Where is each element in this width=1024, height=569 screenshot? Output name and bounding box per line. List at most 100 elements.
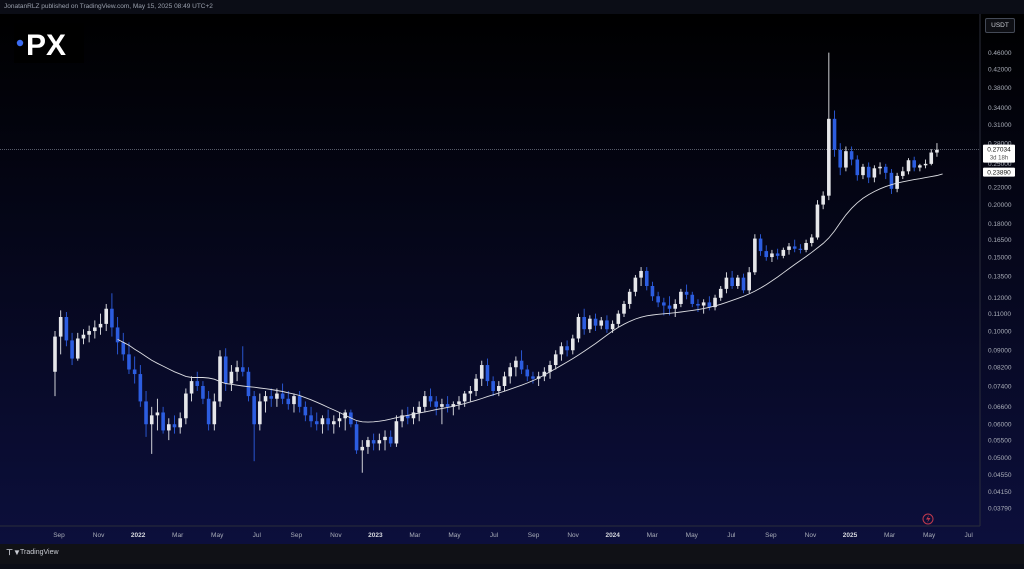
candle-body bbox=[138, 374, 143, 402]
x-tick-label: Sep bbox=[528, 532, 540, 539]
candle-body bbox=[440, 404, 444, 407]
candle-body bbox=[576, 316, 581, 339]
y-tick-label: 0.10000 bbox=[988, 328, 1012, 335]
plot-background bbox=[0, 14, 1024, 544]
candle-body bbox=[70, 340, 74, 359]
candle-body bbox=[229, 371, 234, 384]
candle-body bbox=[815, 204, 820, 238]
candle-body bbox=[770, 253, 774, 258]
x-tick-label: Jul bbox=[727, 532, 736, 539]
y-tick-label: 0.05000 bbox=[988, 455, 1012, 462]
y-tick-label: 0.08200 bbox=[988, 365, 1012, 372]
x-tick-label: May bbox=[686, 532, 699, 539]
candle-body bbox=[531, 376, 535, 379]
candle-body bbox=[912, 160, 916, 168]
x-tick-label: May bbox=[923, 532, 936, 539]
x-tick-label: Jul bbox=[253, 532, 262, 539]
x-tick-label: May bbox=[448, 532, 461, 539]
candle-body bbox=[269, 396, 274, 399]
candle-body bbox=[468, 390, 473, 394]
x-tick-label: Mar bbox=[647, 532, 659, 539]
candle-body bbox=[701, 302, 706, 306]
y-tick-label: 0.46000 bbox=[988, 50, 1012, 57]
candle bbox=[815, 200, 820, 240]
candle-body bbox=[172, 424, 177, 428]
candle-body bbox=[491, 381, 495, 391]
candle-body bbox=[195, 381, 200, 386]
x-tick-label: Nov bbox=[93, 532, 105, 539]
candle-body bbox=[479, 365, 484, 379]
candle-body bbox=[718, 288, 723, 298]
candle-body bbox=[189, 381, 194, 394]
candle-body bbox=[553, 354, 558, 366]
candle-body bbox=[246, 371, 251, 397]
candle-body bbox=[303, 406, 308, 416]
candle-body bbox=[861, 166, 865, 176]
candle-body bbox=[662, 302, 666, 306]
candle-body bbox=[855, 159, 860, 176]
candle-body bbox=[582, 316, 586, 330]
candle-body bbox=[616, 313, 621, 324]
candle-body bbox=[292, 396, 296, 405]
y-tick-label: 0.03790 bbox=[988, 505, 1012, 512]
candle-body bbox=[923, 163, 928, 166]
candle-body bbox=[354, 424, 359, 451]
candle-body bbox=[787, 246, 791, 250]
candle-body bbox=[201, 385, 205, 399]
candle-body bbox=[121, 342, 126, 355]
tradingview-logo-icon[interactable]: ⊤▼ bbox=[6, 548, 21, 557]
candle-body bbox=[240, 367, 245, 372]
candle-body bbox=[844, 151, 848, 168]
publisher-header: JonatanRLZ published on TradingView.com,… bbox=[4, 3, 213, 10]
footer-bar bbox=[0, 544, 1024, 564]
currency-unit-button[interactable]: USDT bbox=[985, 18, 1015, 33]
candle-body bbox=[320, 418, 325, 425]
candle-body bbox=[53, 336, 57, 372]
x-tick-label: Mar bbox=[409, 532, 421, 539]
candle-body bbox=[588, 318, 592, 330]
candle-body bbox=[434, 401, 439, 407]
candle-body bbox=[650, 286, 655, 297]
candle-body bbox=[75, 338, 80, 359]
candle-body bbox=[383, 436, 387, 441]
candle-body bbox=[570, 338, 575, 351]
y-tick-label: 0.15000 bbox=[988, 254, 1012, 261]
candle-body bbox=[679, 291, 683, 304]
candle bbox=[753, 234, 757, 275]
footer-brand[interactable]: TradingView bbox=[20, 549, 59, 556]
candle-body bbox=[821, 195, 825, 205]
y-tick-label: 0.38000 bbox=[988, 85, 1012, 92]
candle-body bbox=[149, 415, 154, 425]
candle-body bbox=[127, 354, 131, 370]
candle-body bbox=[656, 296, 660, 303]
candle-body bbox=[838, 149, 843, 168]
candle-body bbox=[673, 303, 678, 309]
candle-body bbox=[809, 237, 814, 244]
candle-body bbox=[508, 367, 512, 377]
last-price-label: 0.27034 3d 18h bbox=[983, 144, 1015, 163]
x-tick-label: Mar bbox=[172, 532, 184, 539]
candle-body bbox=[878, 166, 882, 169]
candle-body bbox=[110, 308, 114, 328]
candle-body bbox=[690, 294, 695, 304]
y-tick-label: 0.07400 bbox=[988, 383, 1012, 390]
candlestick-chart[interactable]: 0.520000.460000.420000.380000.340000.310… bbox=[0, 0, 1024, 564]
candle-body bbox=[781, 249, 786, 256]
candle-body bbox=[280, 393, 285, 399]
candle-body bbox=[804, 243, 808, 250]
candle-body bbox=[832, 118, 837, 150]
y-tick-label: 0.34000 bbox=[988, 105, 1012, 112]
candle-body bbox=[798, 248, 803, 250]
x-tick-label: May bbox=[211, 532, 224, 539]
candle-body bbox=[724, 277, 729, 289]
candle-body bbox=[212, 401, 217, 425]
candle-body bbox=[286, 398, 291, 405]
candle-body bbox=[445, 404, 450, 407]
candle-body bbox=[263, 396, 268, 402]
y-tick-label: 0.04150 bbox=[988, 489, 1012, 496]
y-tick-label: 0.06000 bbox=[988, 422, 1012, 429]
candle-body bbox=[388, 436, 393, 444]
candle-body bbox=[627, 291, 632, 304]
logo-text: PX bbox=[26, 29, 66, 62]
x-tick-label: 2024 bbox=[605, 532, 620, 539]
